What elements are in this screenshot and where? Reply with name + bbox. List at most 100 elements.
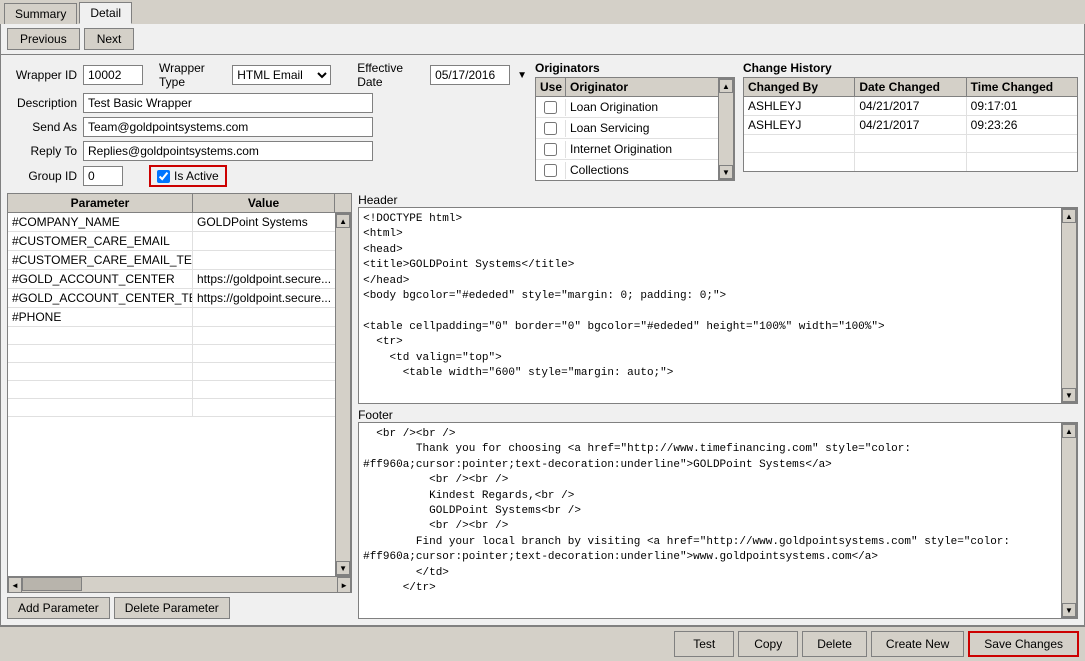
param-scroll-down[interactable]: ▼ xyxy=(336,561,350,575)
ch-timechanged-0: 09:17:01 xyxy=(967,97,1077,115)
save-changes-button[interactable]: Save Changes xyxy=(968,631,1079,657)
param-scroll-right[interactable]: ► xyxy=(337,577,351,593)
param-buttons-row: Add Parameter Delete Parameter xyxy=(7,597,352,619)
param-row-3: #GOLD_ACCOUNT_CENTER https://goldpoint.s… xyxy=(8,270,335,289)
orig-scroll-thumb xyxy=(719,93,733,165)
description-row: Description xyxy=(7,93,527,113)
replyto-input[interactable] xyxy=(83,141,373,161)
footer-editor-wrapper: <br /><br /> Thank you for choosing <a h… xyxy=(358,422,1078,619)
tab-detail[interactable]: Detail xyxy=(79,2,132,24)
header-scroll-down[interactable]: ▼ xyxy=(1062,388,1076,402)
orig-cb-2[interactable] xyxy=(544,143,557,156)
param-name-5: #PHONE xyxy=(8,308,193,326)
delete-button[interactable]: Delete xyxy=(802,631,867,657)
left-fields: Wrapper ID Wrapper Type HTML Email Effec… xyxy=(7,61,527,187)
orig-scrollbar[interactable]: ▲ ▼ xyxy=(718,78,734,180)
orig-name-header: Originator xyxy=(566,78,718,96)
header-scrollbar[interactable]: ▲ ▼ xyxy=(1061,208,1077,403)
change-history-title: Change History xyxy=(743,61,1078,75)
change-history-section: Change History Changed By Date Changed T… xyxy=(743,61,1078,187)
orig-cb-3[interactable] xyxy=(544,164,557,177)
effective-date-input[interactable] xyxy=(430,65,510,85)
tabs-row: Summary Detail xyxy=(0,0,1085,24)
orig-use-2[interactable] xyxy=(536,141,566,158)
param-name-0: #COMPANY_NAME xyxy=(8,213,193,231)
param-row-4: #GOLD_ACCOUNT_CENTER_TEXT https://goldpo… xyxy=(8,289,335,308)
orig-use-1[interactable] xyxy=(536,120,566,137)
param-row-2: #CUSTOMER_CARE_EMAIL_TEXT xyxy=(8,251,335,270)
wrapper-type-select[interactable]: HTML Email xyxy=(232,65,331,85)
ch-empty-0c xyxy=(967,135,1077,152)
previous-button[interactable]: Previous xyxy=(7,28,80,50)
wrapper-type-label: Wrapper Type xyxy=(159,61,226,89)
param-empty-2 xyxy=(8,363,335,381)
param-scroll-left[interactable]: ◄ xyxy=(8,577,22,593)
header-editor-container: Header <!DOCTYPE html> <html> <head> <ti… xyxy=(358,193,1078,404)
replyto-row: Reply To xyxy=(7,141,527,161)
param-name-4: #GOLD_ACCOUNT_CENTER_TEXT xyxy=(8,289,193,307)
orig-scroll-up[interactable]: ▲ xyxy=(719,79,733,93)
sendas-label: Send As xyxy=(7,120,77,134)
middle-section: Parameter Value #COMPANY_NAME GOLDPoint … xyxy=(7,193,1078,619)
orig-name-2: Internet Origination xyxy=(566,140,718,158)
test-button[interactable]: Test xyxy=(674,631,734,657)
orig-cb-1[interactable] xyxy=(544,122,557,135)
param-horiz-thumb[interactable] xyxy=(22,577,82,591)
param-val-4: https://goldpoint.secure... xyxy=(193,289,335,307)
description-input[interactable] xyxy=(83,93,373,113)
param-scrollbar[interactable]: ▲ ▼ xyxy=(335,213,351,576)
date-dropdown-icon[interactable]: ▼ xyxy=(517,70,527,81)
groupid-input[interactable] xyxy=(83,166,123,186)
param-val-3: https://goldpoint.secure... xyxy=(193,270,335,288)
create-new-button[interactable]: Create New xyxy=(871,631,964,657)
orig-use-3[interactable] xyxy=(536,162,566,179)
param-header-value: Value xyxy=(193,194,335,212)
is-active-checkbox[interactable] xyxy=(157,170,170,183)
add-parameter-button[interactable]: Add Parameter xyxy=(7,597,110,619)
param-row-1: #CUSTOMER_CARE_EMAIL xyxy=(8,232,335,251)
param-table: Parameter Value #COMPANY_NAME GOLDPoint … xyxy=(7,193,352,593)
param-scroll-up[interactable]: ▲ xyxy=(336,214,350,228)
wrapper-id-label: Wrapper ID xyxy=(7,68,77,82)
footer-scroll-up[interactable]: ▲ xyxy=(1062,424,1076,438)
header-editor[interactable]: <!DOCTYPE html> <html> <head> <title>GOL… xyxy=(359,208,1061,403)
sendas-input[interactable] xyxy=(83,117,373,137)
wrapper-id-input[interactable] xyxy=(83,65,143,85)
bottom-bar: Test Copy Delete Create New Save Changes xyxy=(0,626,1085,661)
orig-use-0[interactable] xyxy=(536,99,566,116)
ch-timechanged-1: 09:23:26 xyxy=(967,116,1077,134)
ch-row-1: ASHLEYJ 04/21/2017 09:23:26 xyxy=(744,116,1077,135)
footer-editor[interactable]: <br /><br /> Thank you for choosing <a h… xyxy=(359,423,1061,618)
param-empty-3 xyxy=(8,381,335,399)
footer-scrollbar[interactable]: ▲ ▼ xyxy=(1061,423,1077,618)
param-horiz-track xyxy=(22,577,337,592)
ch-empty-1a xyxy=(744,153,855,171)
groupid-label: Group ID xyxy=(7,169,77,183)
param-horiz-scroll[interactable]: ◄ ► xyxy=(8,576,351,592)
originators-section: Originators Use Originator Loan Originat… xyxy=(535,61,735,187)
orig-name-1: Loan Servicing xyxy=(566,119,718,137)
param-section: Parameter Value #COMPANY_NAME GOLDPoint … xyxy=(7,193,352,619)
ch-header-changedby: Changed By xyxy=(744,78,855,96)
change-history-table: Changed By Date Changed Time Changed ASH… xyxy=(743,77,1078,172)
ch-datechanged-0: 04/21/2017 xyxy=(855,97,966,115)
header-scroll-up[interactable]: ▲ xyxy=(1062,209,1076,223)
delete-parameter-button[interactable]: Delete Parameter xyxy=(114,597,230,619)
header-label: Header xyxy=(358,193,1078,207)
editor-section: Header <!DOCTYPE html> <html> <head> <ti… xyxy=(358,193,1078,619)
param-header: Parameter Value xyxy=(8,194,351,213)
copy-button[interactable]: Copy xyxy=(738,631,798,657)
ch-empty-1c xyxy=(967,153,1077,171)
orig-row-0: Loan Origination xyxy=(536,97,718,118)
param-empty-1 xyxy=(8,345,335,363)
is-active-label: Is Active xyxy=(174,169,219,183)
param-val-5 xyxy=(193,308,335,326)
next-button[interactable]: Next xyxy=(84,28,135,50)
footer-scroll-down[interactable]: ▼ xyxy=(1062,603,1076,617)
param-rows: #COMPANY_NAME GOLDPoint Systems #CUSTOME… xyxy=(8,213,335,576)
ch-empty-0a xyxy=(744,135,855,152)
param-name-2: #CUSTOMER_CARE_EMAIL_TEXT xyxy=(8,251,193,269)
orig-cb-0[interactable] xyxy=(544,101,557,114)
tab-summary[interactable]: Summary xyxy=(4,3,77,24)
orig-scroll-down[interactable]: ▼ xyxy=(719,165,733,179)
